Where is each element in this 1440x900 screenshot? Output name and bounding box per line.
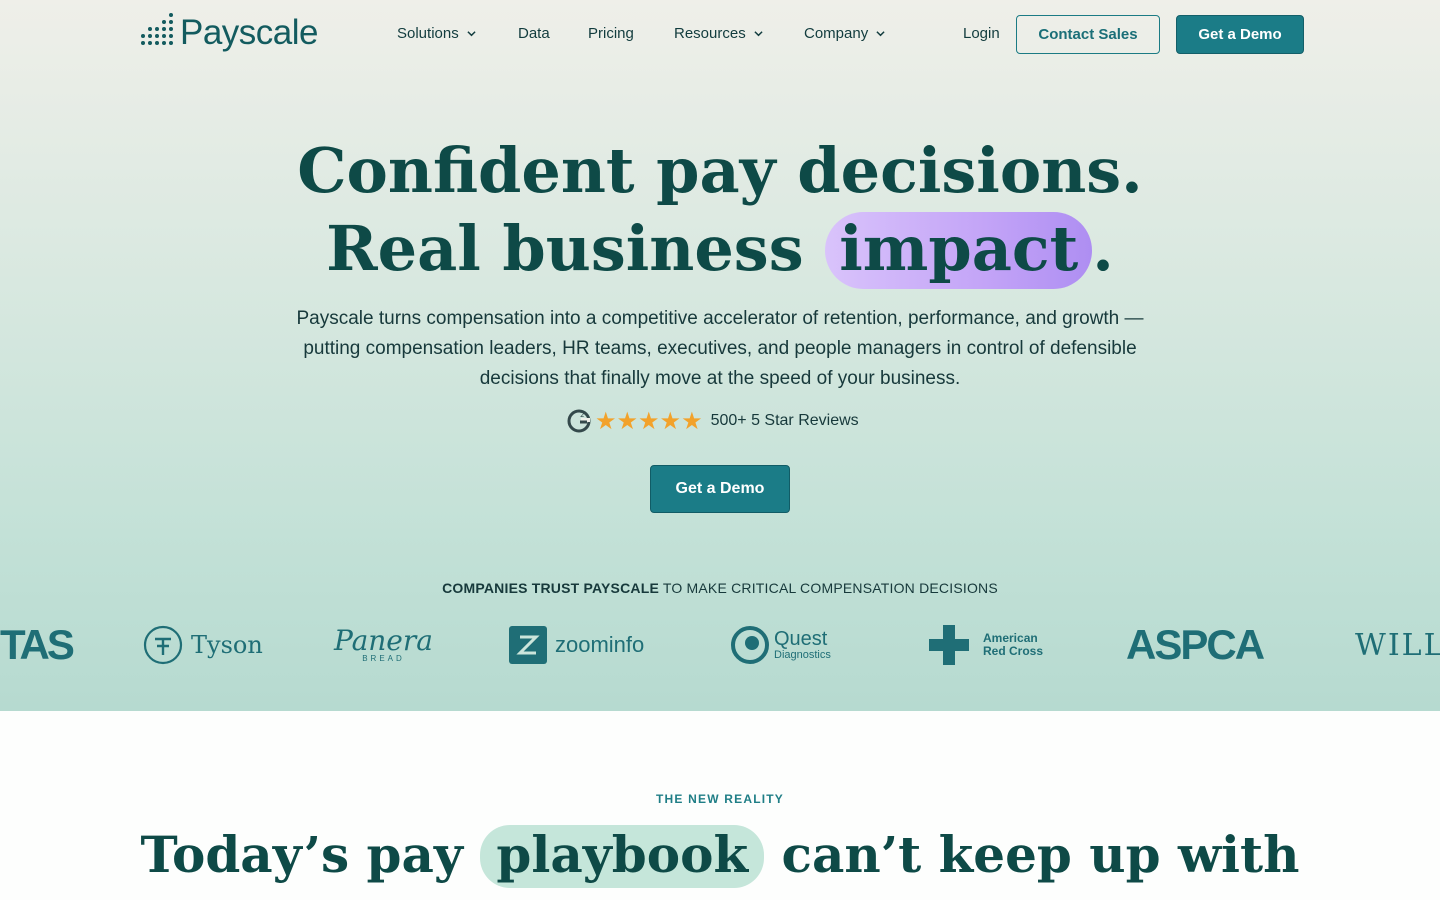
chevron-down-icon xyxy=(467,31,476,37)
reviews-text: 500+ 5 Star Reviews xyxy=(710,412,859,429)
nav-item-data[interactable]: Data xyxy=(518,25,550,42)
nav-item-label: Solutions xyxy=(397,25,459,42)
section-eyebrow: THE NEW REALITY xyxy=(656,792,784,806)
headline-period: . xyxy=(1092,212,1114,285)
star-rating: ★★★★★ xyxy=(595,407,703,435)
nav-item-label: Company xyxy=(804,25,869,42)
nav-item-label: Pricing xyxy=(588,25,634,42)
customer-logos-carousel: TAS Tyson Panera BREAD zoominfo Quest Di… xyxy=(0,615,1440,675)
section-headline: Today’s pay playbook can’t keep up with xyxy=(0,820,1440,890)
quest-diagnostics-logo: Quest Diagnostics xyxy=(730,615,831,675)
hero-headline-line1: Confident pay decisions. xyxy=(297,134,1143,207)
trust-statement-bold: COMPANIES TRUST PAYSCALE xyxy=(442,580,660,596)
section-headline-text-end: can’t keep up with xyxy=(781,825,1300,884)
get-demo-nav-button[interactable]: Get a Demo xyxy=(1176,15,1304,54)
get-demo-hero-button[interactable]: Get a Demo xyxy=(650,465,790,513)
zoominfo-logo: zoominfo xyxy=(509,615,644,675)
tyson-logo: Tyson xyxy=(143,615,263,675)
chevron-down-icon xyxy=(876,31,885,37)
svg-text:2: 2 xyxy=(580,411,584,419)
red-cross-icon xyxy=(929,625,969,665)
nav-item-company[interactable]: Company xyxy=(804,25,885,42)
trust-statement-rest: TO MAKE CRITICAL COMPENSATION DECISIONS xyxy=(659,580,998,596)
hero-subtext: Payscale turns compensation into a compe… xyxy=(296,308,1144,389)
american-red-cross-logo: American Red Cross xyxy=(929,615,1043,675)
section-headline-text: Today’s pay xyxy=(140,825,463,884)
payscale-logo[interactable]: Payscale xyxy=(141,13,319,53)
nav-item-label: Data xyxy=(518,25,550,42)
tyson-emblem-icon xyxy=(143,625,183,665)
chevron-down-icon xyxy=(754,31,763,37)
nav-item-solutions[interactable]: Solutions xyxy=(397,25,476,42)
headline-highlight: impact xyxy=(825,212,1093,289)
section-headline-highlight: playbook xyxy=(480,825,765,888)
reviews-badge[interactable]: 2 ★★★★★ 500+ 5 Star Reviews xyxy=(567,406,859,436)
payscale-logo-icon xyxy=(141,13,173,49)
login-link[interactable]: Login xyxy=(963,25,1000,42)
contact-sales-button[interactable]: Contact Sales xyxy=(1016,15,1160,54)
nav-item-label: Resources xyxy=(674,25,746,42)
top-navigation: Payscale Solutions Data Pricing Resource… xyxy=(0,0,1440,70)
quest-icon xyxy=(731,626,769,664)
trust-statement: COMPANIES TRUST PAYSCALE TO MAKE CRITICA… xyxy=(0,580,1440,596)
hero-headline-line2-text: Real business xyxy=(326,212,804,285)
panera-logo: Panera BREAD xyxy=(334,623,433,663)
nav-item-pricing[interactable]: Pricing xyxy=(588,25,634,42)
nav-item-resources[interactable]: Resources xyxy=(674,25,763,42)
hero-headline-line2: Real business impact. xyxy=(0,210,1440,289)
cintas-logo: TAS xyxy=(0,621,75,668)
g2-icon: 2 xyxy=(567,409,591,433)
zoominfo-icon xyxy=(509,626,547,664)
logo-text: Payscale xyxy=(180,13,319,52)
willis-logo: WILL xyxy=(1355,627,1440,663)
aspca-logo: ASPCA xyxy=(1126,621,1265,668)
hero-headline: Confident pay decisions. Real business i… xyxy=(0,132,1440,289)
